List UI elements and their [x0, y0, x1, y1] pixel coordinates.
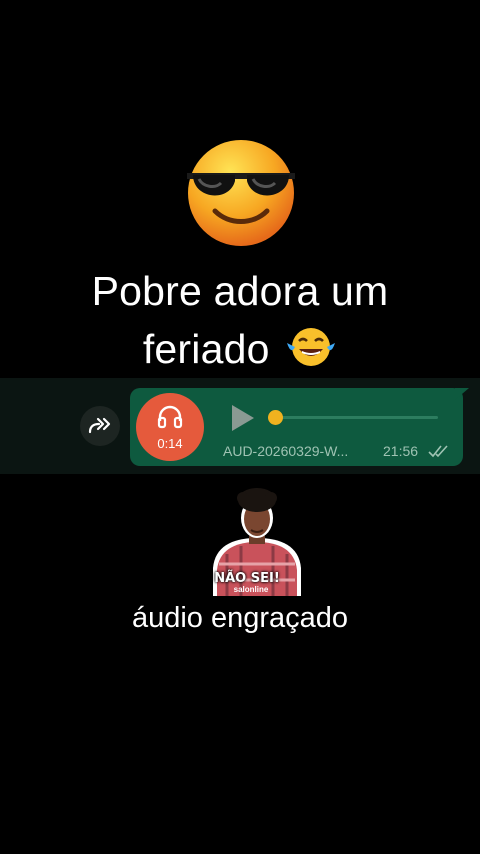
- headline-line-2-text: feriado: [142, 326, 270, 372]
- headline: Pobre adora um feriado: [0, 262, 480, 378]
- caption: áudio engraçado: [131, 602, 349, 634]
- headline-line-1: Pobre adora um: [91, 268, 389, 314]
- sticker-text: NÃO SEI!: [214, 571, 280, 586]
- message-time: 21:56: [383, 443, 419, 459]
- sticker-brand: salonline: [233, 585, 269, 594]
- forward-icon: [88, 417, 111, 434]
- face-with-tears-of-joy-icon: [287, 328, 336, 366]
- audio-progress-track[interactable]: [270, 416, 438, 419]
- audio-progress-knob[interactable]: [268, 410, 283, 425]
- double-check-icon: [428, 445, 448, 458]
- audio-duration: 0:14: [157, 436, 183, 451]
- headline-line-2: feriado: [0, 320, 480, 378]
- play-icon[interactable]: [230, 403, 256, 433]
- audio-filename: AUD-20260329-W...: [223, 443, 349, 459]
- forward-button[interactable]: [80, 406, 120, 446]
- headphones-icon: [157, 405, 183, 429]
- smiling-face-with-sunglasses-icon: [187, 140, 295, 246]
- bubble-tail: [455, 388, 469, 400]
